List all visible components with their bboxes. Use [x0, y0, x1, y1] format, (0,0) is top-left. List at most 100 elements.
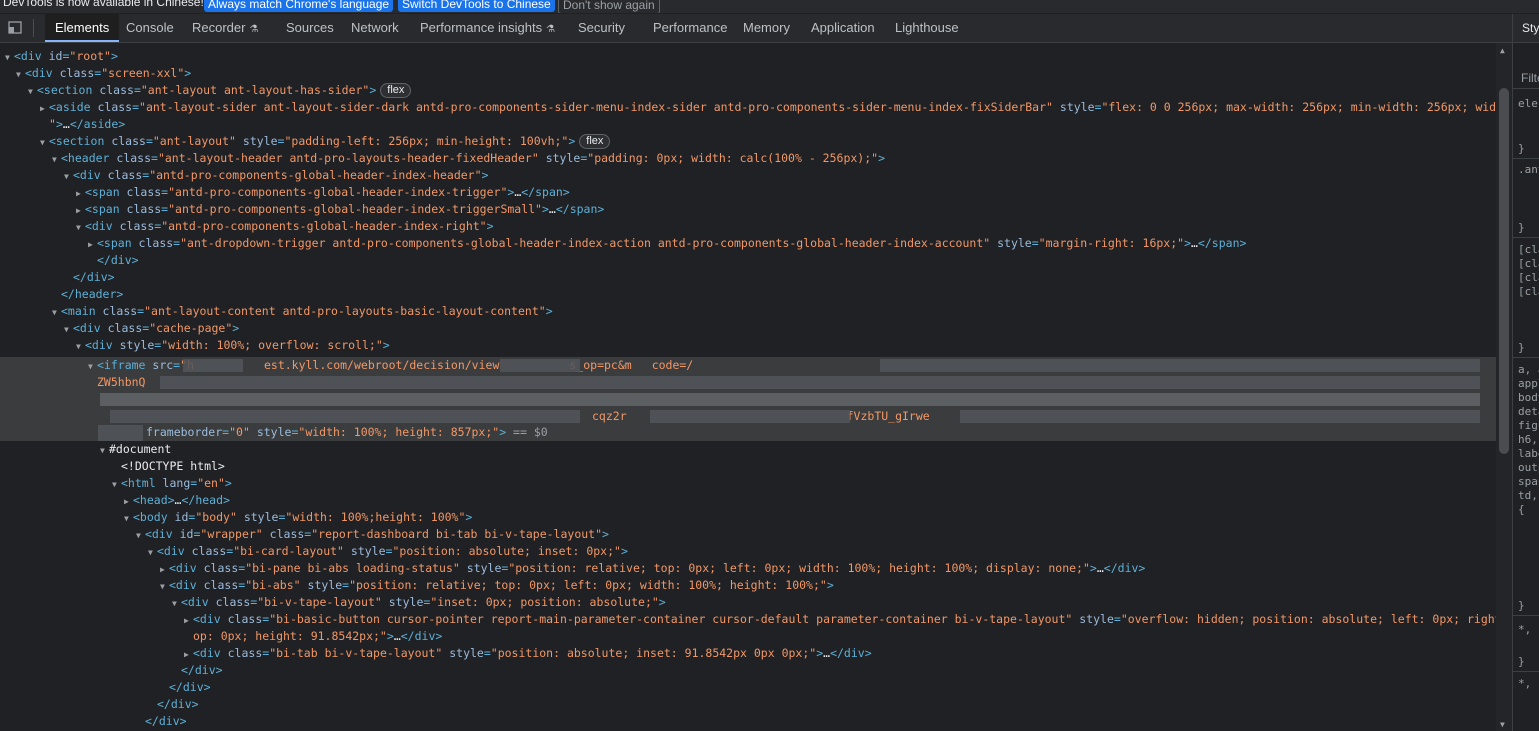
tree-row[interactable]: ▶ <span class="antd-pro-components-global… — [0, 201, 1496, 218]
tree-row[interactable]: </div> — [0, 252, 1496, 269]
tree-row[interactable]: ▼ <section class="ant-layout" style="padd… — [0, 133, 1496, 150]
tree-row[interactable]: ▼ <section class="ant-layout ant-layout-h… — [0, 82, 1496, 99]
tree-row-iframe-attrs: frameborder="0" style="width: 100%; heig… — [146, 425, 548, 439]
scrollbar-thumb[interactable] — [1499, 88, 1509, 454]
tab-application[interactable]: Application — [811, 14, 875, 42]
tab-recorder[interactable]: Recorder ⚗ — [192, 14, 258, 42]
expand-triangle-icon[interactable]: ▼ — [88, 358, 97, 375]
tree-row[interactable]: ▶ <aside class="ant-layout-sider ant-layo… — [0, 99, 1496, 116]
tree-row[interactable]: ▶ <head>…</head> — [0, 492, 1496, 509]
tree-row[interactable]: ▼ <html lang="en"> — [0, 475, 1496, 492]
tree-row[interactable]: ▼ <div class="antd-pro-components-global-… — [0, 218, 1496, 235]
collapsed-triangle-icon[interactable]: ▶ — [160, 561, 169, 578]
device-toggle-icon[interactable] — [8, 21, 22, 34]
infobar-message: DevTools is now available in Chinese! — [3, 0, 204, 9]
style-rule-text: labe — [1518, 447, 1539, 460]
tree-row[interactable]: ▼ <div class="antd-pro-components-global-… — [0, 167, 1496, 184]
tabbar-divider — [33, 19, 34, 37]
expand-triangle-icon[interactable]: ▼ — [148, 544, 157, 561]
tree-row[interactable]: ▼ <div id="wrapper" class="report-dashboa… — [0, 526, 1496, 543]
dont-show-again-button[interactable]: Don't show again — [558, 0, 660, 13]
tree-row[interactable]: ▶ <div class="bi-tab bi-v-tape-layout" st… — [0, 645, 1496, 662]
expand-triangle-icon[interactable]: ▼ — [76, 338, 85, 355]
always-match-language-button[interactable]: Always match Chrome's language — [204, 0, 394, 12]
tree-row[interactable]: ▼ <body id="body" style="width: 100%;heig… — [0, 509, 1496, 526]
tree-row[interactable]: ▼ <div id="root"> — [0, 48, 1496, 65]
expand-triangle-icon[interactable]: ▼ — [100, 442, 109, 459]
tree-row[interactable]: ▼ <header class="ant-layout-header antd-p… — [0, 150, 1496, 167]
tab-security[interactable]: Security — [578, 14, 625, 42]
tree-row[interactable]: </div> — [0, 269, 1496, 286]
collapsed-triangle-icon[interactable]: ▶ — [88, 236, 97, 253]
expand-triangle-icon[interactable]: ▼ — [76, 219, 85, 236]
expand-triangle-icon[interactable]: ▼ — [5, 49, 14, 66]
collapsed-triangle-icon[interactable]: ▶ — [76, 202, 85, 219]
tree-row[interactable]: ▼ <main class="ant-layout-content antd-pr… — [0, 303, 1496, 320]
expand-triangle-icon[interactable]: ▼ — [64, 321, 73, 338]
expand-triangle-icon[interactable]: ▼ — [52, 304, 61, 321]
collapsed-triangle-icon[interactable]: ▶ — [184, 646, 193, 663]
tree-row[interactable]: ▼ <div class="bi-card-layout" style="posi… — [0, 543, 1496, 560]
experiment-flask-icon: ⚗ — [249, 24, 259, 35]
tree-row[interactable]: ▶ <div class="bi-basic-button cursor-poin… — [0, 611, 1496, 628]
tab-lighthouse[interactable]: Lighthouse — [895, 14, 959, 42]
collapsed-triangle-icon[interactable]: ▶ — [124, 493, 133, 510]
tab-console-label: Console — [126, 20, 174, 35]
tab-console[interactable]: Console — [126, 14, 174, 42]
collapsed-triangle-icon[interactable]: ▶ — [184, 612, 193, 629]
tab-memory[interactable]: Memory — [743, 14, 790, 42]
tree-row[interactable]: ▼ <div class="bi-v-tape-layout" style="in… — [0, 594, 1496, 611]
scroll-down-icon[interactable]: ▼ — [1500, 720, 1505, 729]
expand-triangle-icon[interactable]: ▼ — [64, 168, 73, 185]
expand-triangle-icon[interactable]: ▼ — [28, 83, 37, 100]
tree-row[interactable]: ▼ <div style="width: 100%; overflow: scro… — [0, 337, 1496, 354]
tab-elements-label: Elements — [55, 20, 110, 35]
tree-row[interactable]: ▼ <div class="bi-abs" style="position: re… — [0, 577, 1496, 594]
switch-to-chinese-button[interactable]: Switch DevTools to Chinese — [398, 0, 555, 12]
tab-performance-insights[interactable]: Performance insights ⚗ — [420, 14, 555, 42]
scroll-up-icon[interactable]: ▲ — [1500, 46, 1505, 55]
expand-triangle-icon[interactable]: ▼ — [124, 510, 133, 527]
tab-sources[interactable]: Sources — [286, 14, 334, 42]
style-divider — [1513, 357, 1539, 358]
tree-row[interactable]: ▶ <span class="ant-dropdown-trigger antd-… — [0, 235, 1496, 252]
tree-row[interactable]: ▼ <div class="screen-xxl"> — [0, 65, 1496, 82]
tree-row[interactable]: op: 0px; height: 91.8542px;">…</div> — [0, 628, 1496, 645]
tab-network[interactable]: Network — [351, 14, 399, 42]
style-divider — [1513, 671, 1539, 672]
tree-row[interactable]: ">…</aside> — [0, 116, 1496, 133]
tree-row[interactable]: ▼ <div class="cache-page"> — [0, 320, 1496, 337]
tree-row[interactable]: </div> — [0, 696, 1496, 713]
expand-triangle-icon[interactable]: ▼ — [172, 595, 181, 612]
flex-badge[interactable]: flex — [380, 83, 412, 98]
tab-performance[interactable]: Performance — [653, 14, 727, 42]
styles-filter-input[interactable]: Filte — [1513, 67, 1539, 89]
tree-row[interactable]: </div> — [0, 662, 1496, 679]
experiment-flask-icon: ⚗ — [546, 24, 556, 35]
tree-row[interactable]: </header> — [0, 286, 1496, 303]
tree-row[interactable]: </div> — [0, 679, 1496, 696]
style-rule-text: ele — [1518, 97, 1538, 110]
expand-triangle-icon[interactable]: ▼ — [16, 66, 25, 83]
style-rule-text: [cla — [1518, 257, 1539, 270]
expand-triangle-icon[interactable]: ▼ — [112, 476, 121, 493]
collapsed-triangle-icon[interactable]: ▶ — [76, 185, 85, 202]
tab-styles[interactable]: Sty — [1512, 14, 1539, 42]
redacted-region — [650, 410, 850, 423]
collapsed-triangle-icon[interactable]: ▶ — [40, 100, 49, 117]
expand-triangle-icon[interactable]: ▼ — [136, 527, 145, 544]
tree-row[interactable]: ▼ #document — [0, 441, 1496, 458]
expand-triangle-icon[interactable]: ▼ — [40, 134, 49, 151]
tab-application-label: Application — [811, 20, 875, 35]
tree-scrollbar[interactable]: ▲ ▼ — [1496, 43, 1512, 731]
tab-elements[interactable]: Elements — [45, 14, 120, 42]
expand-triangle-icon[interactable]: ▼ — [52, 151, 61, 168]
expand-triangle-icon[interactable]: ▼ — [160, 578, 169, 595]
tree-row[interactable]: <!DOCTYPE html> — [0, 458, 1496, 475]
tree-row[interactable]: </div> — [0, 713, 1496, 730]
tab-memory-label: Memory — [743, 20, 790, 35]
style-rule-text: [cla — [1518, 243, 1539, 256]
flex-badge[interactable]: flex — [579, 134, 611, 149]
tree-row[interactable]: ▶ <span class="antd-pro-components-global… — [0, 184, 1496, 201]
tree-row[interactable]: ▶ <div class="bi-pane bi-abs loading-stat… — [0, 560, 1496, 577]
